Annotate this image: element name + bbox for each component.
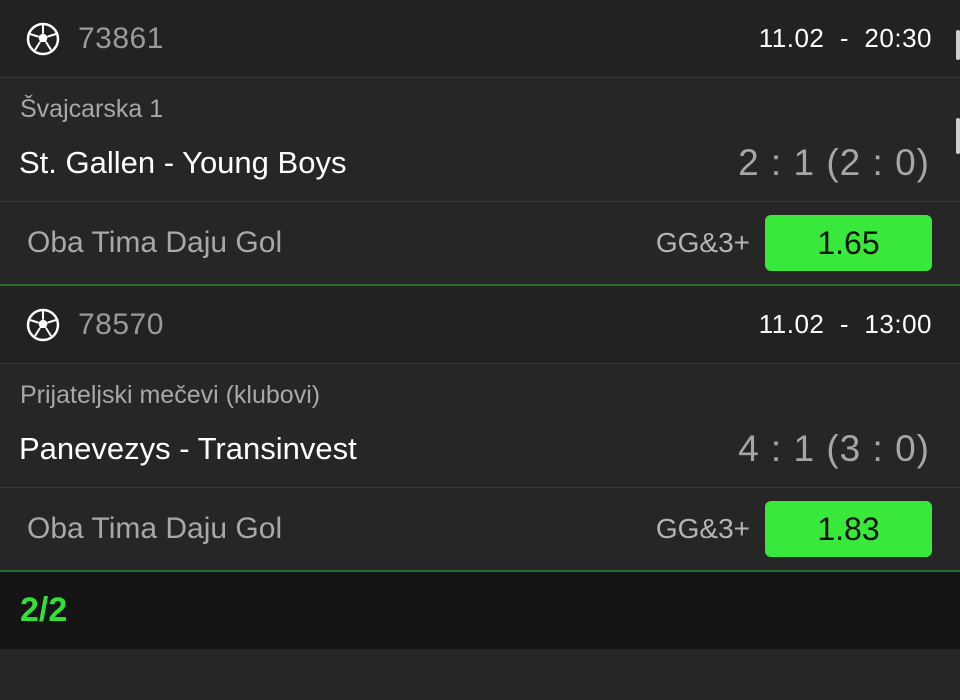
match-name: St. Gallen - Young Boys: [19, 144, 347, 180]
pick-name: GG&3+: [655, 227, 750, 258]
event-header: 78570 11.02 - 13:00: [0, 286, 960, 364]
market-name: Oba Tima Daju Gol: [27, 226, 283, 259]
match-score: 4 : 1 (3 : 0): [738, 427, 930, 469]
pick-name: GG&3+: [655, 513, 750, 544]
ticket-item[interactable]: 78570 11.02 - 13:00 Prijateljski mečevi …: [0, 286, 960, 572]
odd-button[interactable]: 1.65: [765, 215, 932, 271]
league-name: Prijateljski mečevi (klubovi): [20, 381, 321, 409]
bottom-strip: [0, 649, 960, 697]
ticket-page: 73861 11.02 - 20:30 Švajcarska 1 St. Gal…: [0, 0, 960, 700]
match-name: Panevezys - Transinvest: [19, 430, 357, 466]
soccer-ball-icon: [26, 308, 60, 342]
ticket-item[interactable]: 73861 11.02 - 20:30 Švajcarska 1 St. Gal…: [0, 0, 960, 286]
league-row: Švajcarska 1: [0, 78, 960, 124]
bet-row: Oba Tima Daju Gol GG&3+ 1.65: [0, 202, 960, 286]
match-score: 2 : 1 (2 : 0): [738, 141, 930, 183]
bet-row: Oba Tima Daju Gol GG&3+ 1.83: [0, 488, 960, 572]
event-code: 73861: [78, 21, 164, 55]
event-datetime: 11.02 - 13:00: [758, 309, 932, 339]
ticket-count: 2/2: [20, 591, 68, 629]
event-datetime: 11.02 - 20:30: [758, 23, 932, 53]
league-row: Prijateljski mečevi (klubovi): [0, 364, 960, 410]
match-row: St. Gallen - Young Boys 2 : 1 (2 : 0): [0, 124, 960, 202]
league-name: Švajcarska 1: [20, 95, 164, 123]
event-code: 78570: [78, 307, 164, 341]
ticket-footer: 2/2: [0, 572, 960, 649]
odd-button[interactable]: 1.83: [765, 501, 932, 557]
scroll-edge-marker: [956, 30, 960, 60]
market-name: Oba Tima Daju Gol: [27, 512, 283, 545]
scroll-edge-marker: [956, 118, 960, 154]
soccer-ball-icon: [26, 22, 60, 56]
event-header: 73861 11.02 - 20:30: [0, 0, 960, 78]
match-row: Panevezys - Transinvest 4 : 1 (3 : 0): [0, 410, 960, 488]
